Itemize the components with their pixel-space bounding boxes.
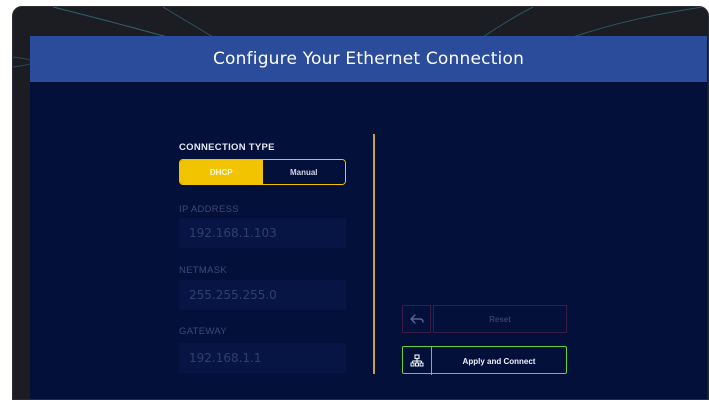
gateway-field[interactable]: 192.168.1.1: [179, 343, 346, 373]
app-screen: Configure Your Ethernet Connection CONNE…: [30, 36, 707, 399]
network-icon: [403, 347, 432, 375]
header-bar: Configure Your Ethernet Connection: [30, 36, 707, 82]
apply-and-connect-label: Apply and Connect: [462, 356, 536, 366]
ip-address-field[interactable]: 192.168.1.103: [179, 218, 346, 248]
connection-type-toggle: DHCP Manual: [179, 159, 346, 185]
vertical-divider: [373, 134, 375, 374]
dhcp-option-button[interactable]: DHCP: [180, 160, 263, 184]
netmask-field[interactable]: 255.255.255.0: [179, 280, 346, 310]
netmask-value: 255.255.255.0: [189, 288, 277, 302]
page-title: Configure Your Ethernet Connection: [212, 49, 525, 69]
gateway-value: 192.168.1.1: [189, 351, 262, 365]
ip-address-value: 192.168.1.103: [189, 226, 277, 240]
window-frame: Configure Your Ethernet Connection CONNE…: [12, 6, 709, 400]
apply-and-connect-button[interactable]: Apply and Connect: [402, 346, 567, 375]
connection-type-label: CONNECTION TYPE: [179, 142, 275, 153]
gateway-label: GATEWAY: [179, 326, 227, 337]
undo-arrow-icon: [402, 305, 431, 333]
reset-button[interactable]: Reset: [402, 305, 567, 333]
netmask-label: NETMASK: [179, 265, 228, 276]
device-bezel: Configure Your Ethernet Connection CONNE…: [0, 0, 709, 400]
ip-address-label: IP ADDRESS: [179, 204, 239, 215]
reset-button-label: Reset: [433, 305, 567, 333]
manual-option-button[interactable]: Manual: [262, 160, 345, 184]
